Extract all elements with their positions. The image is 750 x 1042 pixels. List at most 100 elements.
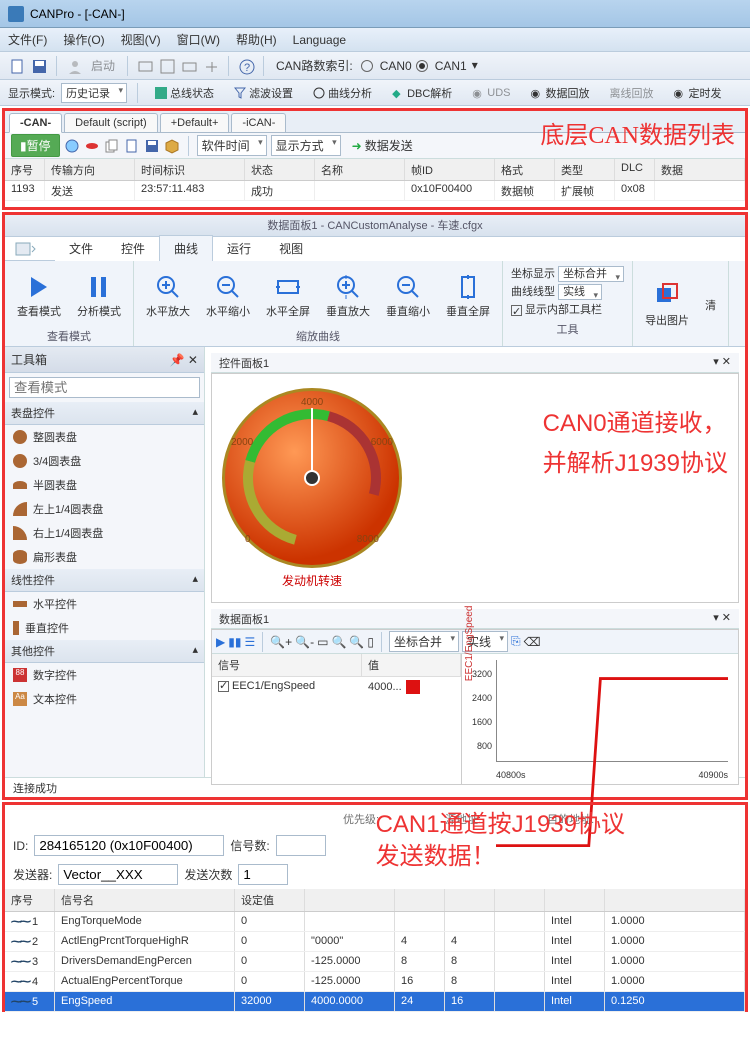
signal-check[interactable] <box>218 681 229 692</box>
menu-view[interactable]: 视图(V) <box>121 31 161 48</box>
view-mode-button[interactable]: 查看模式 <box>13 265 65 326</box>
item-digit[interactable]: 88数字控件 <box>5 663 204 687</box>
hfull-button[interactable]: 水平全屏 <box>262 265 314 326</box>
icon-b[interactable] <box>158 57 176 75</box>
item-full-circle[interactable]: 整圆表盘 <box>5 425 204 449</box>
can0-radio[interactable] <box>361 60 373 72</box>
icon-c[interactable] <box>180 57 198 75</box>
uds-button[interactable]: ◉UDS <box>465 84 517 102</box>
send-data-button[interactable]: ➜数据发送 <box>345 134 420 157</box>
line-type-dropdown[interactable]: 实线 <box>558 284 602 300</box>
sender-input[interactable] <box>58 864 178 885</box>
signal-row[interactable]: ⁓⁓ 4ActualEngPercentTorque0-125.0000168I… <box>5 972 745 992</box>
item-tl-quarter[interactable]: 左上1/4圆表盘 <box>5 497 204 521</box>
menu-help[interactable]: 帮助(H) <box>236 31 277 48</box>
disp-mode-dropdown[interactable]: 显示方式 <box>271 135 341 156</box>
save2-icon[interactable] <box>144 138 160 154</box>
rtab-view[interactable]: 视图 <box>265 236 317 261</box>
vzoomin-button[interactable]: 垂直放大 <box>322 265 374 326</box>
item-text[interactable]: Aa文本控件 <box>5 687 204 711</box>
sendtimes-input[interactable] <box>238 864 288 885</box>
toolbox-search[interactable] <box>9 377 200 398</box>
tab-can[interactable]: -CAN- <box>9 113 62 133</box>
grid-row[interactable]: 1193 发送 23:57:11.483 成功 0x10F00400 数据帧 扩… <box>5 181 745 201</box>
item-horizontal[interactable]: 水平控件 <box>5 592 204 616</box>
dp-fit-icon[interactable]: ▭ <box>317 635 328 649</box>
col-type[interactable]: 类型 <box>555 159 615 180</box>
signal-row[interactable]: ⁓⁓ 1EngTorqueMode0Intel1.0000 <box>5 912 745 932</box>
col-id[interactable]: 帧ID <box>405 159 495 180</box>
bus-status-button[interactable]: 总线状态 <box>148 82 221 104</box>
hzoomout-button[interactable]: 水平缩小 <box>202 265 254 326</box>
vzoomout-button[interactable]: 垂直缩小 <box>382 265 434 326</box>
menu-operate[interactable]: 操作(O) <box>63 31 104 48</box>
rtab-file[interactable]: 文件 <box>55 236 107 261</box>
col-data[interactable]: 数据 <box>655 159 745 180</box>
dp-coord-dropdown[interactable]: 坐标合并 <box>389 631 459 652</box>
rtab-run[interactable]: 运行 <box>213 236 265 261</box>
section-other[interactable]: 其他控件 <box>11 643 55 659</box>
globe-icon[interactable] <box>64 138 80 154</box>
pause-button[interactable]: ▮暂停 <box>11 134 60 157</box>
hzoomin-button[interactable]: 水平放大 <box>142 265 194 326</box>
replay-button[interactable]: ◉数据回放 <box>524 82 597 104</box>
data-panel-menu[interactable]: ▾ ✕ <box>713 611 731 626</box>
display-mode-dropdown[interactable]: 历史记录 <box>61 83 127 103</box>
dp-export-icon[interactable]: ⎘ <box>511 634 521 649</box>
dp-vzo-icon[interactable]: 🔍 <box>349 635 364 649</box>
sigcount-input[interactable] <box>276 835 326 856</box>
ribbon-home-icon[interactable] <box>5 240 55 258</box>
toolbox-pin-icon[interactable]: 📌 ✕ <box>170 353 198 367</box>
copy-icon[interactable] <box>104 138 120 154</box>
dp-vzi-icon[interactable]: 🔍 <box>331 635 346 649</box>
panel-menu-icon[interactable]: ▾ ✕ <box>713 355 731 370</box>
gauge[interactable]: 0 2000 4000 6000 8000 <box>222 388 402 568</box>
tab-default[interactable]: +Default+ <box>160 113 230 132</box>
rtab-curve[interactable]: 曲线 <box>159 235 213 261</box>
col-seq[interactable]: 序号 <box>5 159 45 180</box>
box-icon[interactable] <box>164 138 180 154</box>
dp-zo-icon[interactable]: 🔍- <box>295 635 314 649</box>
dp-zi-icon[interactable]: 🔍+ <box>270 635 292 649</box>
signal-row[interactable]: ⁓⁓ 2ActlEngPrcntTorqueHighR0"0000"44Inte… <box>5 932 745 952</box>
show-toolbar-check[interactable] <box>511 305 522 316</box>
help-icon[interactable]: ? <box>237 57 255 75</box>
start-label[interactable]: 启动 <box>91 57 115 74</box>
new-icon[interactable] <box>8 57 26 75</box>
gauge-area[interactable]: 0 2000 4000 6000 8000 发动机转速 CAN0通道接收， 并解… <box>211 373 739 603</box>
col-name[interactable]: 名称 <box>315 159 405 180</box>
col-time[interactable]: 时间标识 <box>135 159 245 180</box>
doc-icon[interactable] <box>124 138 140 154</box>
dp-pause-icon[interactable]: ▮▮ <box>228 635 241 649</box>
menu-language[interactable]: Language <box>293 33 346 47</box>
id-input[interactable] <box>34 835 224 856</box>
pill-icon[interactable] <box>84 138 100 154</box>
signal-row[interactable]: EEC1/EngSpeed 4000... <box>212 677 461 697</box>
item-34-circle[interactable]: 3/4圆表盘 <box>5 449 204 473</box>
icon-d[interactable] <box>202 57 220 75</box>
item-half-circle[interactable]: 半圆表盘 <box>5 473 204 497</box>
signal-row[interactable]: ⁓⁓ 5EngSpeed320004000.00002416Intel0.125… <box>5 992 745 1012</box>
vfull-button[interactable]: 垂直全屏 <box>442 265 494 326</box>
filter-button[interactable]: 滤波设置 <box>227 82 300 104</box>
dbc-button[interactable]: ◆DBC解析 <box>385 82 459 104</box>
menu-window[interactable]: 窗口(W) <box>177 31 220 48</box>
col-fmt[interactable]: 格式 <box>495 159 555 180</box>
tab-default-script[interactable]: Default (script) <box>64 113 158 132</box>
clear-button[interactable]: 清 <box>701 265 720 344</box>
dp-clear-icon[interactable]: ⌫ <box>524 635 541 649</box>
section-gauge[interactable]: 表盘控件 <box>11 405 55 421</box>
dropdown-icon[interactable]: ▾ <box>471 57 489 75</box>
dp-list-icon[interactable]: ☰ <box>244 635 255 649</box>
analyse-mode-button[interactable]: 分析模式 <box>73 265 125 326</box>
section-linear[interactable]: 线性控件 <box>11 572 55 588</box>
dp-play-icon[interactable]: ▶ <box>216 635 225 649</box>
menu-file[interactable]: 文件(F) <box>8 31 47 48</box>
icon-a[interactable] <box>136 57 154 75</box>
user-icon[interactable] <box>65 57 83 75</box>
rtab-control[interactable]: 控件 <box>107 236 159 261</box>
col-dir[interactable]: 传输方向 <box>45 159 135 180</box>
can1-radio[interactable] <box>416 60 428 72</box>
data-panel-tab[interactable]: 数据面板1 <box>219 611 269 626</box>
col-status[interactable]: 状态 <box>245 159 315 180</box>
